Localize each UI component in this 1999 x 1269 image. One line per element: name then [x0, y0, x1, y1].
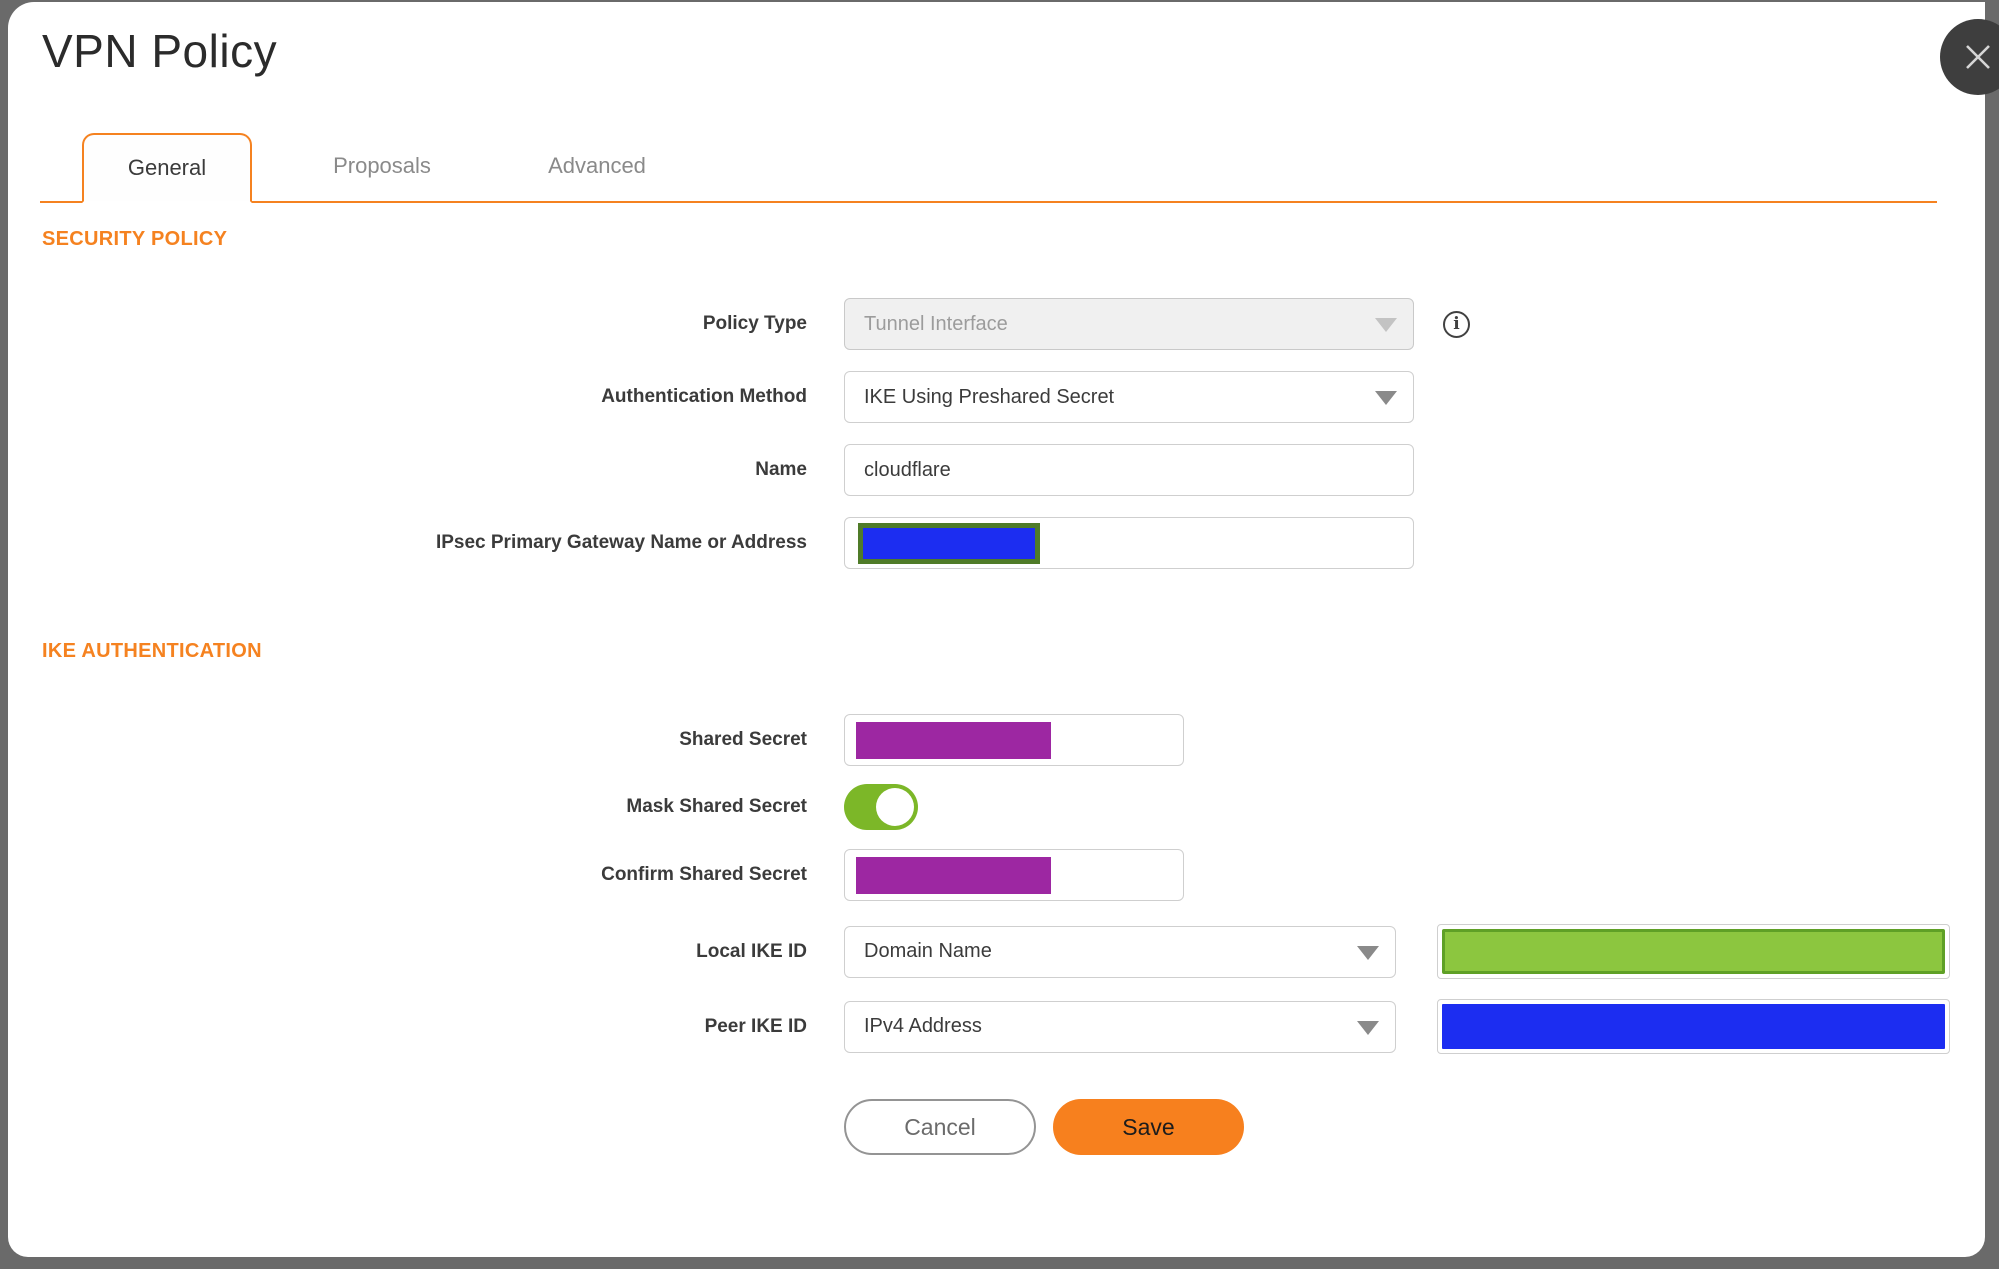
save-button[interactable]: Save — [1053, 1099, 1244, 1155]
policy-type-label: Policy Type — [702, 313, 807, 334]
dialog-title: VPN Policy — [42, 25, 278, 77]
toggle-knob — [876, 788, 914, 826]
authentication-method-select[interactable]: IKE Using Preshared Secret — [844, 371, 1414, 423]
shared-secret-input[interactable] — [844, 714, 1184, 766]
shared-secret-row: Shared Secret — [8, 714, 1985, 766]
peer-ike-id-value: IPv4 Address — [864, 1015, 982, 1037]
local-ike-id-input[interactable] — [1437, 924, 1950, 979]
authentication-method-row: Authentication Method IKE Using Preshare… — [8, 371, 1985, 423]
chevron-down-icon — [1375, 318, 1397, 332]
ipsec-gateway-label: IPsec Primary Gateway Name or Address — [435, 532, 807, 553]
name-label: Name — [755, 459, 807, 480]
local-ike-id-row: Local IKE ID Domain Name — [8, 924, 1985, 979]
name-value: cloudflare — [864, 458, 951, 481]
peer-ike-id-label: Peer IKE ID — [704, 1015, 807, 1037]
redacted-confirm-shared-secret-value — [856, 857, 1051, 894]
local-ike-id-select[interactable]: Domain Name — [844, 925, 1396, 978]
mask-shared-secret-toggle[interactable] — [844, 784, 918, 830]
ipsec-gateway-input[interactable] — [844, 517, 1414, 569]
authentication-method-label: Authentication Method — [601, 386, 807, 407]
authentication-method-value: IKE Using Preshared Secret — [864, 385, 1115, 408]
chevron-down-icon — [1375, 391, 1397, 405]
confirm-shared-secret-label: Confirm Shared Secret — [601, 864, 807, 885]
peer-ike-id-select[interactable]: IPv4 Address — [844, 1000, 1396, 1053]
cancel-button[interactable]: Cancel — [844, 1099, 1036, 1155]
ike-authentication-heading: IKE AUTHENTICATION — [42, 640, 262, 662]
tab-advanced-label: Advanced — [548, 153, 646, 178]
redacted-local-ike-id-value — [1442, 929, 1945, 974]
tab-proposals-label: Proposals — [333, 153, 431, 178]
redacted-shared-secret-value — [856, 722, 1051, 759]
peer-ike-id-row: Peer IKE ID IPv4 Address — [8, 999, 1985, 1054]
local-ike-id-value: Domain Name — [864, 940, 992, 962]
name-row: Name cloudflare — [8, 444, 1985, 496]
policy-type-value: Tunnel Interface — [864, 312, 1008, 335]
mask-shared-secret-label: Mask Shared Secret — [626, 796, 807, 817]
tab-general-label: General — [127, 155, 207, 180]
tab-bar: General Proposals Advanced — [40, 133, 1937, 203]
policy-type-row: Policy Type Tunnel Interface i — [8, 298, 1985, 350]
confirm-shared-secret-input[interactable] — [844, 849, 1184, 901]
tab-general[interactable]: General — [82, 133, 252, 203]
shared-secret-label: Shared Secret — [679, 729, 807, 750]
chevron-down-icon — [1357, 1020, 1379, 1035]
peer-ike-id-input[interactable] — [1437, 999, 1950, 1054]
redacted-gateway-value — [858, 523, 1040, 564]
policy-type-select: Tunnel Interface — [844, 298, 1414, 350]
close-icon — [1966, 45, 1990, 69]
info-icon[interactable]: i — [1443, 310, 1470, 338]
tab-advanced[interactable]: Advanced — [512, 131, 682, 201]
name-input[interactable]: cloudflare — [844, 444, 1414, 496]
chevron-down-icon — [1357, 945, 1379, 960]
screen: VPN Policy General Proposals Advanced SE… — [0, 0, 1999, 1269]
local-ike-id-label: Local IKE ID — [696, 940, 807, 962]
vpn-policy-dialog: VPN Policy General Proposals Advanced SE… — [8, 2, 1985, 1257]
ipsec-gateway-row: IPsec Primary Gateway Name or Address — [8, 517, 1985, 569]
tab-proposals[interactable]: Proposals — [297, 131, 467, 201]
redacted-peer-ike-id-value — [1442, 1004, 1945, 1049]
mask-shared-secret-row: Mask Shared Secret — [8, 784, 1985, 830]
confirm-shared-secret-row: Confirm Shared Secret — [8, 849, 1985, 901]
security-policy-heading: SECURITY POLICY — [42, 228, 228, 250]
dialog-actions: Cancel Save — [844, 1099, 1985, 1155]
